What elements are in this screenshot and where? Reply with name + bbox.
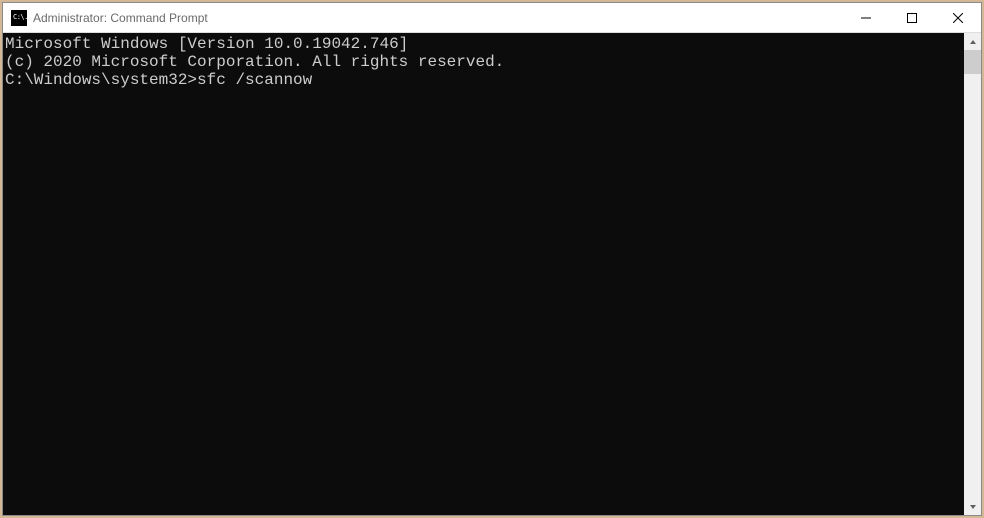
window-title: Administrator: Command Prompt [33, 11, 843, 25]
terminal-line: Microsoft Windows [Version 10.0.19042.74… [5, 35, 964, 53]
terminal-line: (c) 2020 Microsoft Corporation. All righ… [5, 53, 964, 71]
scrollbar-track[interactable] [964, 50, 981, 498]
chevron-up-icon [969, 38, 977, 46]
command-prompt-window: C:\. Administrator: Command Prompt M [2, 2, 982, 516]
terminal-container: Microsoft Windows [Version 10.0.19042.74… [3, 33, 981, 515]
scrollbar-thumb[interactable] [964, 50, 981, 74]
close-icon [953, 13, 963, 23]
minimize-button[interactable] [843, 3, 889, 32]
maximize-button[interactable] [889, 3, 935, 32]
chevron-down-icon [969, 503, 977, 511]
window-controls [843, 3, 981, 32]
terminal-output[interactable]: Microsoft Windows [Version 10.0.19042.74… [3, 33, 964, 515]
maximize-icon [907, 13, 917, 23]
minimize-icon [861, 13, 871, 23]
titlebar[interactable]: C:\. Administrator: Command Prompt [3, 3, 981, 33]
scrollbar-up-button[interactable] [964, 33, 981, 50]
vertical-scrollbar[interactable] [964, 33, 981, 515]
terminal-line: C:\Windows\system32>sfc /scannow [5, 71, 964, 89]
cmd-icon: C:\. [11, 10, 27, 26]
close-button[interactable] [935, 3, 981, 32]
scrollbar-down-button[interactable] [964, 498, 981, 515]
